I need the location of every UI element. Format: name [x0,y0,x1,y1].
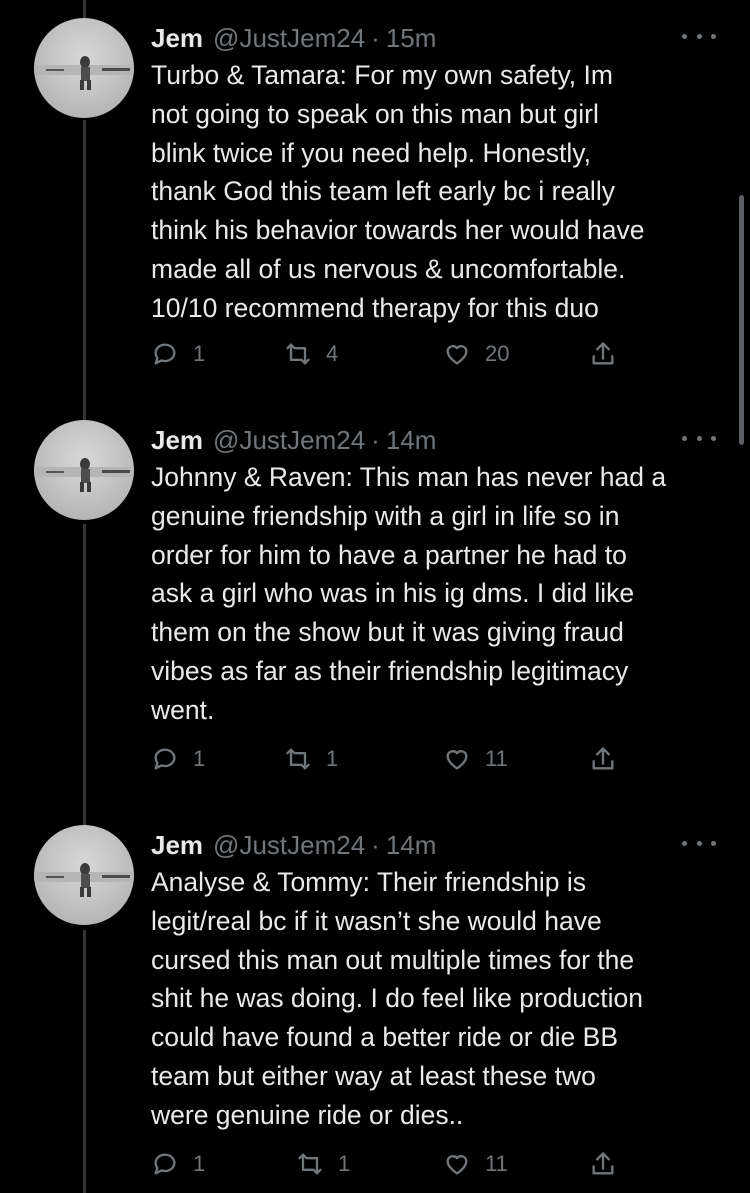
user-handle[interactable]: @JustJem24 [213,830,365,861]
display-name[interactable]: Jem [151,425,203,456]
share-icon [592,747,614,770]
thread-line [83,0,86,20]
tweet-header: Jem @JustJem24 · 14m [151,420,436,460]
share-icon [592,342,614,365]
reply-icon [154,343,176,365]
tweet-header: Jem @JustJem24 · 14m [151,825,436,865]
reply-icon [154,748,176,770]
retweet-icon [298,1153,322,1175]
heart-icon [446,750,468,770]
retweet-button[interactable]: 1 [296,1148,350,1180]
avatar[interactable] [34,420,134,520]
retweet-button[interactable]: 4 [284,338,338,370]
tweet-header: Jem @JustJem24 · 15m [151,18,436,58]
retweet-count: 4 [326,341,339,366]
reply-count: 1 [193,341,206,366]
avatar[interactable] [34,825,134,925]
like-button[interactable]: 20 [443,338,509,370]
tweet[interactable]: Jem @JustJem24 · 15m Turbo & Tamara: For… [0,18,750,378]
like-button[interactable]: 11 [443,743,508,775]
tweet-actions: 1 1 11 [151,743,631,775]
share-button[interactable] [589,1148,631,1180]
retweet-count: 1 [338,1151,351,1176]
user-handle[interactable]: @JustJem24 [213,425,365,456]
retweet-icon [286,748,310,770]
retweet-count: 1 [326,746,339,771]
more-icon[interactable] [682,428,716,448]
reply-button[interactable]: 1 [151,1148,205,1180]
tweet-text: Johnny & Raven: This man has never had a… [151,462,667,725]
heart-icon [446,1155,468,1175]
share-button[interactable] [589,338,631,370]
reply-count: 1 [193,1151,206,1176]
display-name[interactable]: Jem [151,23,203,54]
more-icon[interactable] [682,26,716,46]
retweet-button[interactable]: 1 [284,743,338,775]
like-count: 11 [485,1151,508,1176]
display-name[interactable]: Jem [151,830,203,861]
share-icon [592,1152,614,1175]
tweet-actions: 1 1 11 [151,1148,631,1180]
reply-icon [154,1153,176,1175]
heart-icon [446,345,468,365]
reply-button[interactable]: 1 [151,338,205,370]
tweet-text: Analyse & Tommy: Their friendship is leg… [151,867,644,1130]
separator: · [371,424,380,455]
like-button[interactable]: 11 [443,1148,508,1180]
tweet-text: Turbo & Tamara: For my own safety, Im no… [151,60,645,323]
user-handle[interactable]: @JustJem24 [213,23,365,54]
more-icon[interactable] [682,833,716,853]
scrollbar[interactable] [739,195,744,445]
reply-count: 1 [193,746,206,771]
reply-button[interactable]: 1 [151,743,205,775]
tweet[interactable]: Jem @JustJem24 · 14m Johnny & Raven: Thi… [0,420,750,780]
tweet-actions: 1 4 20 [151,338,631,370]
separator: · [371,22,380,53]
share-button[interactable] [589,743,631,775]
timestamp[interactable]: 14m [386,425,437,456]
timestamp[interactable]: 14m [386,830,437,861]
tweet[interactable]: Jem @JustJem24 · 14m Analyse & Tommy: Th… [0,825,750,1185]
retweet-icon [286,343,310,365]
like-count: 20 [485,341,510,366]
timestamp[interactable]: 15m [386,23,437,54]
like-count: 11 [485,746,508,771]
separator: · [371,829,380,860]
avatar[interactable] [34,18,134,118]
